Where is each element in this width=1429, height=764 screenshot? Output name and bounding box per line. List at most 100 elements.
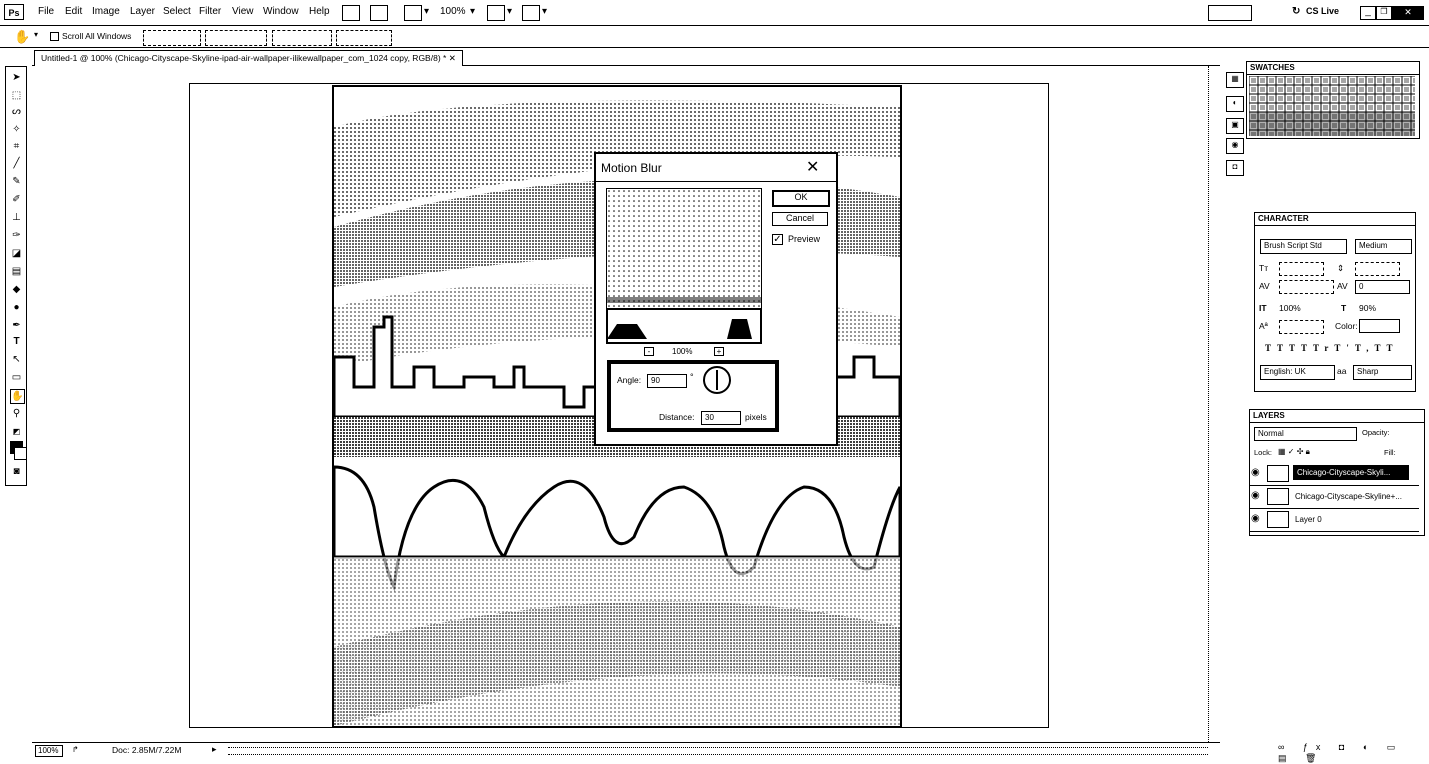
eraser-tool-icon[interactable]: ◪ [10, 247, 23, 260]
swatches-grid[interactable] [1249, 76, 1415, 136]
background-color-swatch[interactable] [14, 447, 27, 460]
chevron-down-icon[interactable]: ▾ [34, 30, 38, 39]
clone-stamp-tool-icon[interactable]: ⊥ [10, 211, 23, 224]
layers-panel-footer-icons[interactable]: ∞ ƒx ◘ ◐ ▭ ▤ 🗑︎ [1278, 742, 1424, 763]
layer-name-selected[interactable]: Chicago-Cityscape-Skyli... [1293, 465, 1409, 480]
small-caps-button[interactable]: Tr [1313, 343, 1334, 353]
eye-icon[interactable]: ◉ [1251, 490, 1260, 501]
menu-help[interactable]: Help [309, 6, 330, 17]
menu-layer[interactable]: Layer [130, 6, 155, 17]
brush-tool-icon[interactable]: ✐ [10, 193, 23, 206]
print-size-button[interactable] [336, 30, 392, 46]
faux-bold-button[interactable]: T [1265, 343, 1277, 353]
styles-dock-icon[interactable]: ▣ [1226, 118, 1244, 134]
color-dock-icon[interactable]: ◐ [1226, 96, 1244, 112]
menu-edit[interactable]: Edit [65, 6, 82, 17]
arrange-documents-icon[interactable] [487, 5, 505, 21]
menu-image[interactable]: Image [92, 6, 120, 17]
chevron-down-icon[interactable]: ▾ [424, 6, 429, 17]
document-tab[interactable]: Untitled-1 @ 100% (Chicago-Cityscape-Sky… [34, 50, 463, 66]
all-caps-button[interactable]: TT [1289, 343, 1313, 353]
superscript-button[interactable]: T' [1334, 343, 1355, 353]
ok-button[interactable]: OK [772, 190, 830, 207]
screen-mode-icon[interactable] [522, 5, 540, 21]
menu-window[interactable]: Window [263, 6, 299, 17]
cs-live-icon[interactable]: ↻ [1292, 6, 1300, 17]
baseline-shift-input[interactable] [1279, 320, 1324, 334]
eyedropper-tool-icon[interactable]: ╱ [10, 157, 23, 170]
shape-tool-icon[interactable]: ▭ [10, 371, 23, 384]
fill-screen-button[interactable] [272, 30, 332, 46]
dodge-tool-icon[interactable]: ● [10, 301, 23, 314]
subscript-button[interactable]: T, [1355, 343, 1375, 353]
status-menu-arrow-icon[interactable]: ▸ [212, 744, 217, 755]
adjustments-dock-icon[interactable]: ◉ [1226, 138, 1244, 154]
font-size-input[interactable] [1279, 262, 1324, 276]
mini-bridge-icon[interactable] [370, 5, 388, 21]
horizontal-scale-value[interactable]: 90% [1359, 303, 1376, 313]
font-style-select[interactable]: Medium [1355, 239, 1412, 254]
layer-row[interactable]: ◉ Chicago-Cityscape-Skyli... [1249, 463, 1419, 486]
layer-row[interactable]: ◉ Layer 0 [1249, 509, 1419, 532]
angle-input[interactable]: 90 [647, 374, 687, 388]
filter-preview[interactable] [606, 188, 762, 344]
bridge-icon[interactable] [342, 5, 360, 21]
menu-select[interactable]: Select [163, 6, 191, 17]
zoom-level[interactable]: 100% [440, 6, 466, 17]
default-colors-icon[interactable]: ◩ [10, 425, 23, 438]
masks-dock-icon[interactable]: ◘ [1226, 160, 1244, 176]
menu-file[interactable]: File [38, 6, 54, 17]
blur-tool-icon[interactable]: ◆ [10, 283, 23, 296]
path-selection-tool-icon[interactable]: ↖ [10, 353, 23, 366]
antialias-select[interactable]: Sharp [1353, 365, 1412, 380]
menu-filter[interactable]: Filter [199, 6, 221, 17]
distance-input[interactable]: 30 [701, 411, 741, 425]
language-select[interactable]: English: UK [1260, 365, 1335, 380]
restore-icon[interactable]: ❐ [1376, 6, 1392, 20]
vertical-scale-value[interactable]: 100% [1279, 303, 1301, 313]
swatches-dock-icon[interactable]: ▦ [1226, 72, 1244, 88]
preview-checkbox[interactable]: ✓ [772, 234, 783, 245]
layer-name[interactable]: Layer 0 [1295, 515, 1322, 524]
underline-button[interactable]: T [1375, 343, 1387, 353]
chevron-down-icon[interactable]: ▾ [507, 6, 512, 17]
healing-brush-tool-icon[interactable]: ✎ [10, 175, 23, 188]
quick-select-tool-icon[interactable]: ✧ [10, 123, 23, 136]
layer-name[interactable]: Chicago-Cityscape-Skyline+... [1295, 492, 1402, 501]
quick-mask-icon[interactable]: ◙ [10, 465, 23, 478]
chevron-down-icon[interactable]: ▾ [542, 6, 547, 17]
gradient-tool-icon[interactable]: ▤ [10, 265, 23, 278]
fit-screen-button[interactable] [205, 30, 267, 46]
minimize-icon[interactable]: _ [1360, 6, 1376, 20]
zoom-in-button[interactable]: + [714, 347, 724, 356]
actual-pixels-button[interactable] [143, 30, 201, 46]
close-icon[interactable]: ✕ [806, 157, 819, 177]
share-icon[interactable]: ↱ [72, 745, 79, 754]
workspace-switcher[interactable] [1208, 5, 1252, 21]
status-zoom[interactable]: 100% [35, 745, 63, 757]
lasso-tool-icon[interactable]: ᔕ [10, 105, 23, 118]
text-color-swatch[interactable] [1359, 319, 1400, 333]
marquee-tool-icon[interactable]: ⬚ [10, 89, 23, 102]
eye-icon[interactable]: ◉ [1251, 467, 1260, 478]
type-tool-icon[interactable]: T [10, 335, 23, 348]
horizontal-scrollbar[interactable] [228, 747, 1208, 755]
history-brush-tool-icon[interactable]: ✑ [10, 229, 23, 242]
move-tool-icon[interactable]: ➤ [10, 71, 23, 84]
tracking-select[interactable]: 0 [1355, 280, 1410, 294]
cancel-button[interactable]: Cancel [772, 212, 828, 226]
scroll-all-windows-checkbox[interactable] [50, 32, 59, 41]
vertical-scrollbar[interactable] [1208, 66, 1218, 742]
hand-tool-icon[interactable]: ✋ [10, 389, 25, 404]
view-extras-icon[interactable] [404, 5, 422, 21]
type-style-buttons[interactable]: TTTTTrT'T,TT [1265, 343, 1405, 355]
eye-icon[interactable]: ◉ [1251, 513, 1260, 524]
blend-mode-select[interactable]: Normal [1254, 427, 1357, 441]
menu-view[interactable]: View [232, 6, 254, 17]
angle-dial[interactable] [703, 366, 731, 394]
lock-icons[interactable]: ▦ ✓ ✣ 🔒︎ [1278, 447, 1310, 457]
leading-input[interactable] [1355, 262, 1400, 276]
chevron-down-icon[interactable]: ▾ [470, 6, 475, 17]
kerning-select[interactable] [1279, 280, 1334, 294]
strikethrough-button[interactable]: T [1387, 343, 1399, 353]
